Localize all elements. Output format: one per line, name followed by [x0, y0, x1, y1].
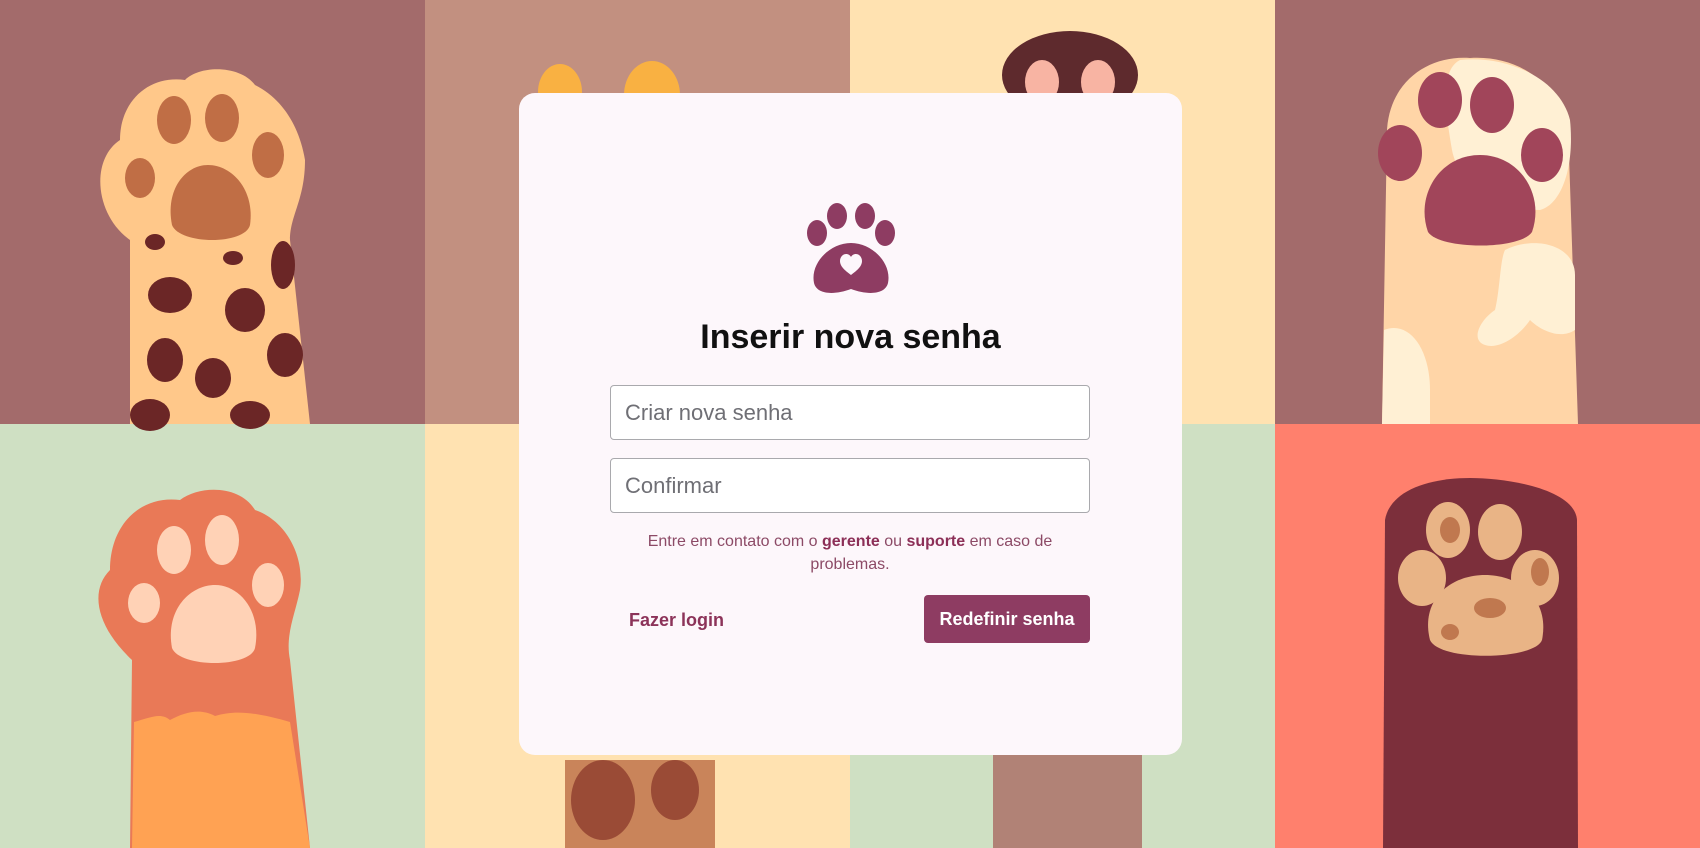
help-manager-text: gerente: [822, 533, 880, 550]
new-password-input[interactable]: [610, 385, 1090, 440]
help-text-or: ou: [879, 533, 907, 550]
help-text: Entre em contato com o gerente ou suport…: [610, 530, 1090, 576]
reset-password-button[interactable]: Redefinir senha: [924, 595, 1090, 643]
paw-heart-icon: [802, 203, 900, 295]
help-support-text: suporte: [906, 533, 966, 550]
login-link[interactable]: Fazer login: [629, 596, 724, 644]
confirm-password-input[interactable]: [610, 458, 1090, 513]
reset-password-card: Inserir nova senha Entre em contato com …: [519, 93, 1182, 755]
help-text-prefix: Entre em contato com o: [647, 533, 822, 550]
page-title: Inserir nova senha: [700, 318, 1001, 356]
